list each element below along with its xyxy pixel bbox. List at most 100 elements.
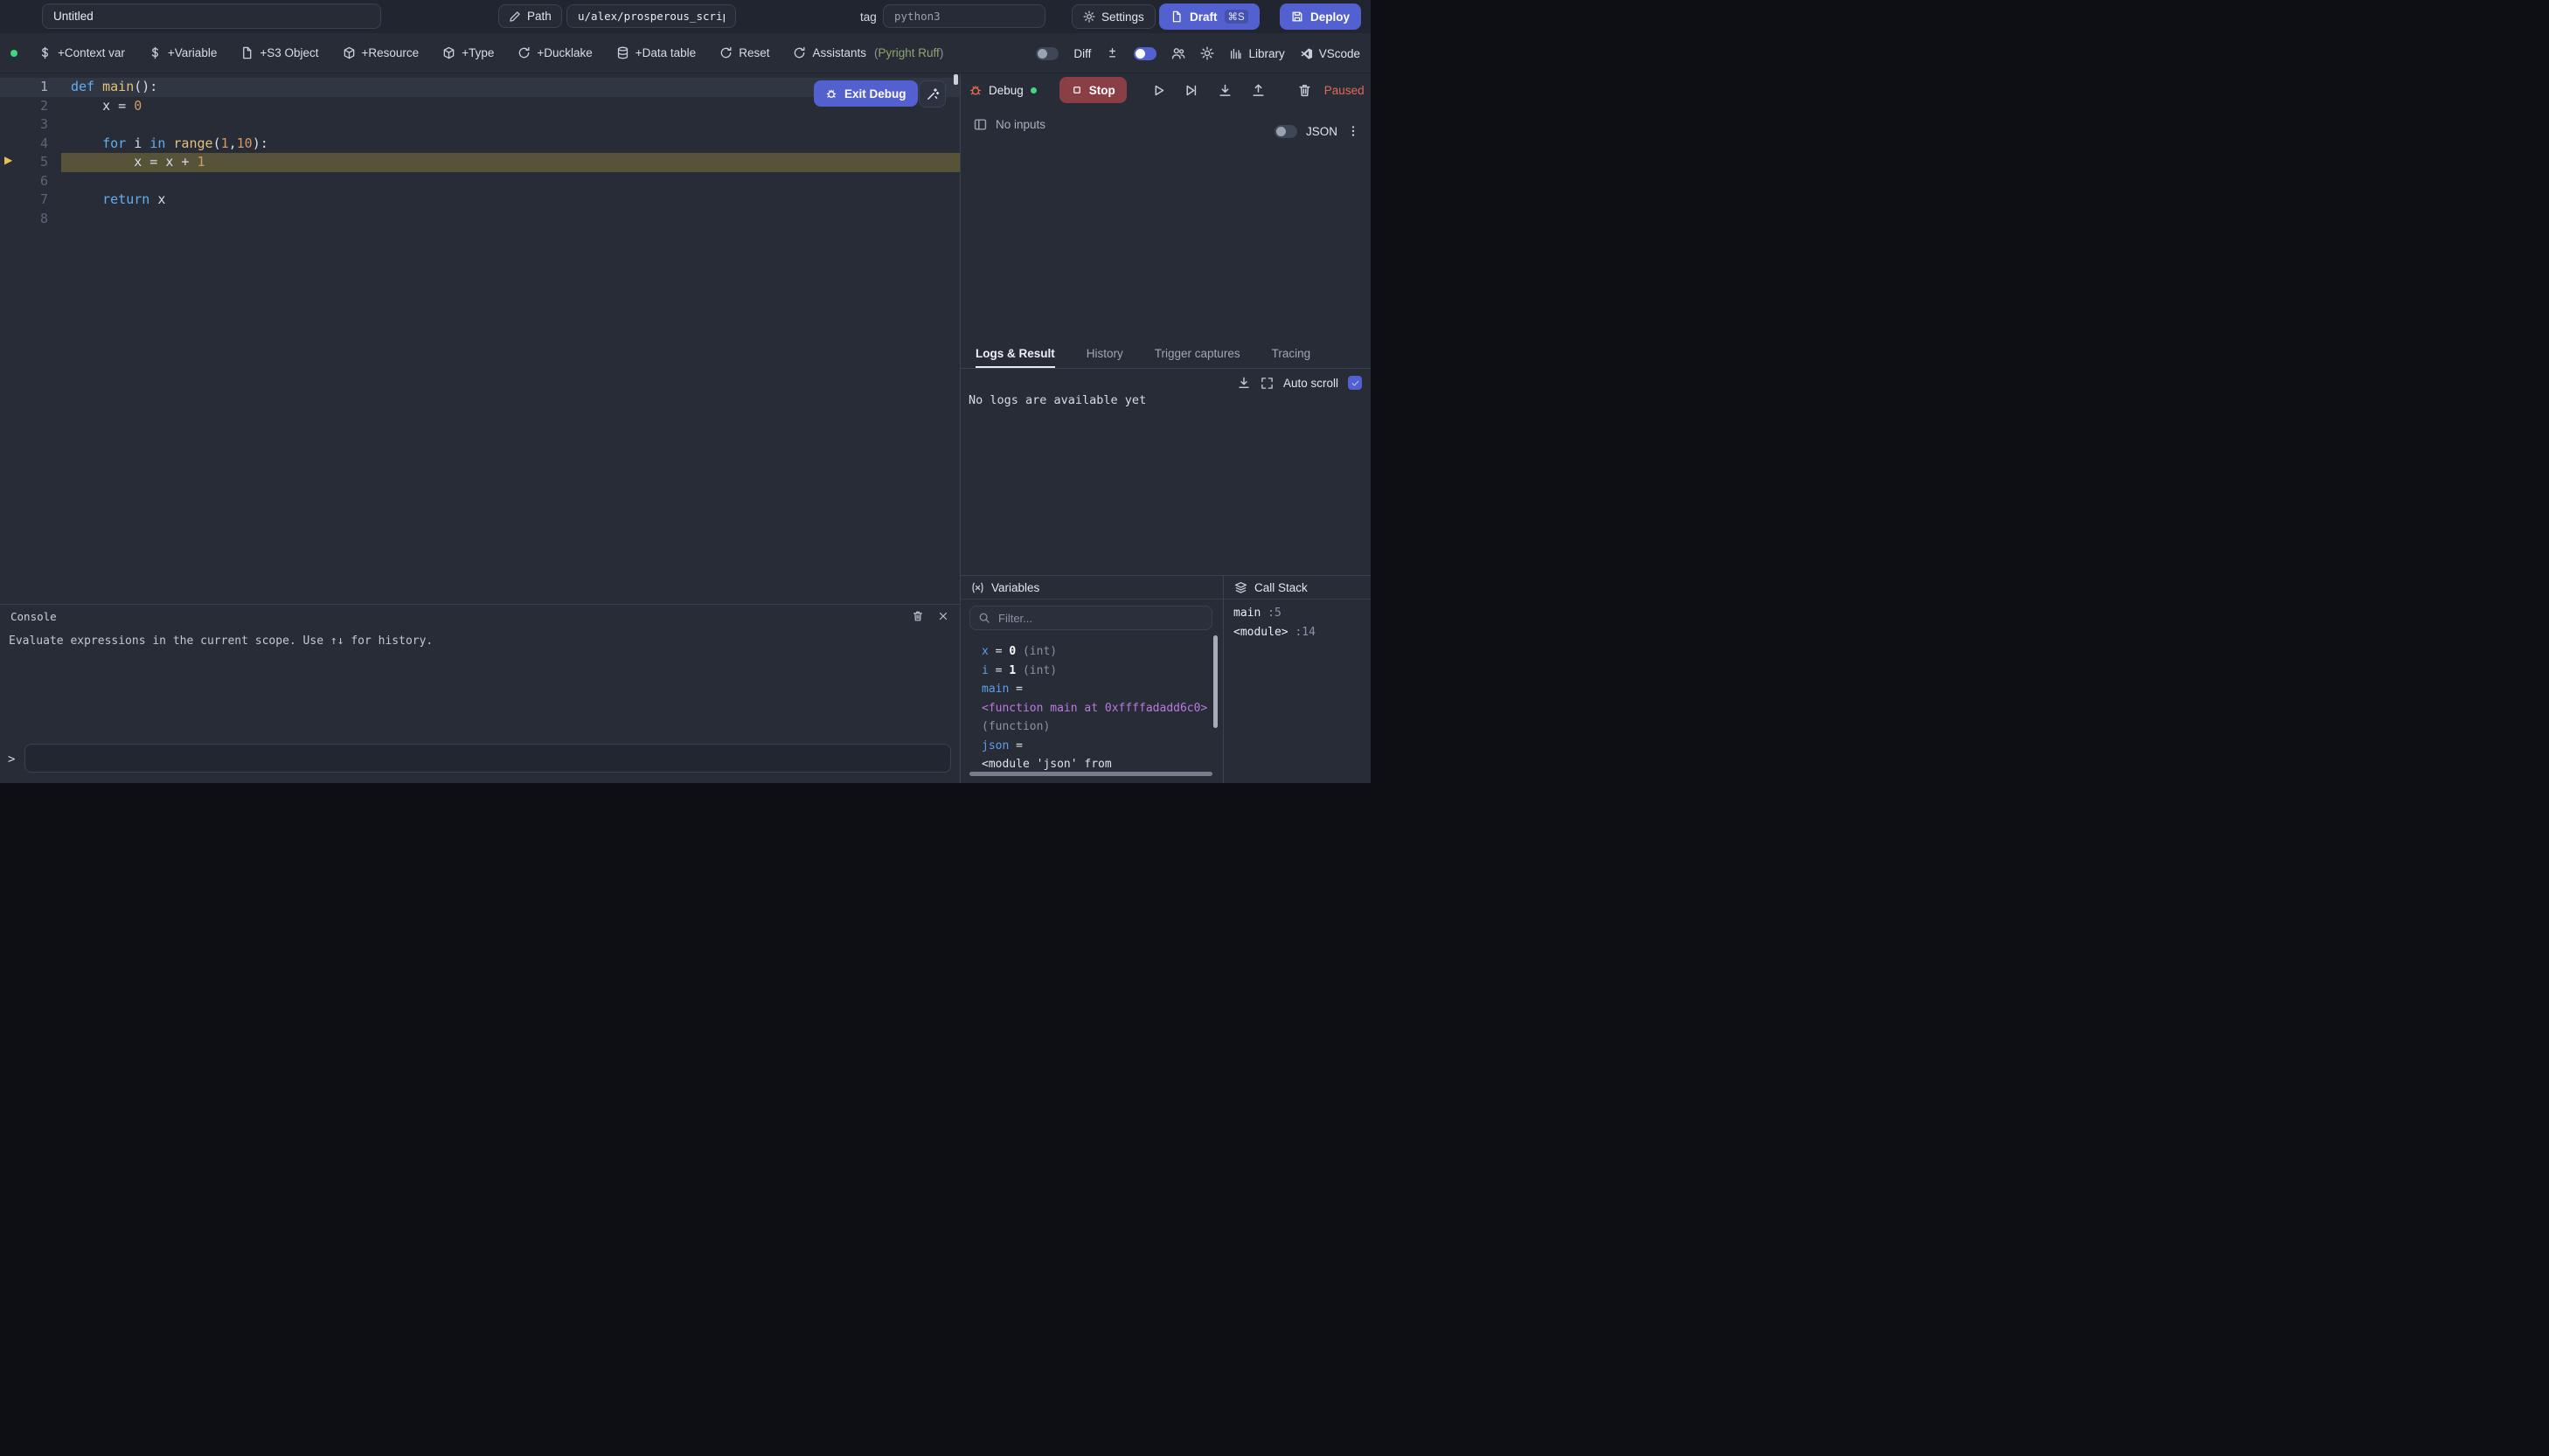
log-controls: Auto scroll: [1237, 376, 1362, 390]
script-title-input[interactable]: [42, 3, 381, 29]
library-label: Library: [1248, 47, 1284, 60]
ai-wand-button[interactable]: [919, 80, 946, 107]
exit-debug-button[interactable]: Exit Debug: [814, 80, 918, 107]
debug-bug-icon: [969, 83, 983, 97]
topbar: Path tag Settings Draft ⌘S Deploy: [0, 0, 1371, 33]
code-line-4[interactable]: 4 for i in range(1,10):: [0, 135, 960, 154]
tab-trigger-captures[interactable]: Trigger captures: [1155, 339, 1240, 368]
stop-button[interactable]: Stop: [1059, 77, 1127, 103]
tag-input[interactable]: [883, 4, 1045, 28]
debug-toolbar: Debug Stop Paused: [961, 73, 1371, 107]
pencil-icon: [509, 10, 521, 23]
right-panel: Debug Stop Paused No inputs JSON Logs & …: [960, 73, 1371, 783]
vscode-button[interactable]: VScode: [1300, 47, 1360, 60]
toolbar-item-ducklake[interactable]: +Ducklake: [517, 46, 592, 59]
stack-frame[interactable]: <module> :14: [1233, 623, 1368, 642]
variables-vertical-scrollbar[interactable]: [1213, 635, 1218, 728]
cube-icon: [343, 46, 356, 59]
draft-button-label: Draft: [1190, 10, 1218, 24]
draft-button[interactable]: Draft ⌘S: [1159, 3, 1260, 30]
console-clear-trash-icon[interactable]: [912, 610, 924, 622]
expand-logs-icon[interactable]: [1261, 377, 1274, 390]
step-out-upload-icon[interactable]: [1251, 83, 1266, 98]
debug-trash-icon[interactable]: [1297, 83, 1312, 98]
library-bars-icon: [1229, 47, 1242, 60]
variable-row[interactable]: i = 1 (int): [982, 662, 1211, 681]
tab-history[interactable]: History: [1087, 339, 1123, 368]
variable-row[interactable]: x = 0 (int): [982, 642, 1211, 662]
debug-status-dot: [1031, 87, 1037, 94]
plus-minus-icon[interactable]: [1106, 47, 1119, 60]
code-line-3[interactable]: 3: [0, 115, 960, 135]
editor-settings-gear-icon[interactable]: [1200, 46, 1214, 60]
dollar-icon: [149, 46, 162, 59]
json-toggle[interactable]: [1274, 125, 1297, 138]
bug-icon: [825, 87, 837, 100]
library-button[interactable]: Library: [1229, 47, 1284, 60]
tab-logs-result[interactable]: Logs & Result: [976, 339, 1055, 368]
kebab-menu-icon[interactable]: [1346, 124, 1360, 138]
code-line-5[interactable]: 5 x = x + 1: [0, 153, 960, 172]
code-line-7[interactable]: 7 return x: [0, 191, 960, 210]
step-next-icon[interactable]: [1184, 83, 1198, 98]
vscode-icon: [1300, 47, 1313, 60]
variables-filter-input[interactable]: [969, 606, 1212, 630]
toolbar-item-assistants[interactable]: Assistants(Pyright Ruff): [793, 46, 943, 59]
file-icon: [240, 46, 254, 59]
stack-frame[interactable]: main :5: [1233, 604, 1368, 623]
console-input[interactable]: [24, 744, 951, 773]
toolbar-item-data-table[interactable]: +Data table: [616, 46, 696, 59]
line-number: 3: [0, 115, 48, 135]
variable-row[interactable]: json =: [982, 737, 1211, 756]
status-dot: [10, 50, 17, 57]
path-button[interactable]: Path: [498, 4, 562, 28]
toolbar-actions: +Context var +Variable +S3 Object +Resource…: [38, 46, 943, 59]
line-number: 4: [0, 135, 48, 154]
variable-row[interactable]: (function): [982, 718, 1211, 737]
paused-status-label: Paused: [1324, 84, 1365, 97]
editor-scrollbar-thumb[interactable]: [954, 74, 958, 85]
download-logs-icon[interactable]: [1237, 376, 1251, 390]
callstack-header: Call Stack: [1224, 576, 1371, 600]
toolbar-item-context-var[interactable]: +Context var: [38, 46, 125, 59]
line-number: 7: [0, 191, 48, 210]
line-content: [71, 115, 960, 135]
toolbar-item-type[interactable]: +Type: [442, 46, 494, 59]
deploy-save-icon: [1291, 10, 1303, 23]
variable-row[interactable]: <function main at 0xffffadadd6c0>: [982, 699, 1211, 718]
path-input[interactable]: [566, 4, 736, 28]
console-hint: Evaluate expressions in the current scop…: [0, 634, 960, 648]
diff-toggle[interactable]: [1036, 47, 1059, 60]
console-close-icon[interactable]: [937, 610, 949, 622]
continue-play-icon[interactable]: [1151, 83, 1166, 98]
code-editor[interactable]: 1def main():2 x = 034 for i in range(1,1…: [0, 73, 960, 604]
callstack-list: main :5<module> :14: [1233, 604, 1368, 641]
toolbar-item-resource[interactable]: +Resource: [343, 46, 420, 59]
variables-horizontal-scrollbar[interactable]: [969, 772, 1212, 776]
collaborators-icon[interactable]: [1171, 46, 1185, 60]
toolbar-item-s3-object[interactable]: +S3 Object: [240, 46, 318, 59]
logs-empty-text: No logs are available yet: [969, 393, 1146, 407]
assistant-toggle[interactable]: [1134, 47, 1156, 60]
code-line-8[interactable]: 8: [0, 210, 960, 229]
callstack-pane: Call Stack main :5<module> :14: [1223, 576, 1371, 783]
settings-button[interactable]: Settings: [1072, 4, 1156, 29]
toolbar-item-reset[interactable]: Reset: [719, 46, 769, 59]
deploy-button[interactable]: Deploy: [1280, 3, 1361, 30]
reset-icon: [793, 46, 806, 59]
loop-icon: [517, 46, 531, 59]
json-toggle-label: JSON: [1306, 125, 1337, 138]
code-line-6[interactable]: 6: [0, 172, 960, 191]
settings-button-label: Settings: [1101, 10, 1144, 24]
toolbar-item-variable[interactable]: +Variable: [149, 46, 217, 59]
panel-icon: [973, 117, 988, 132]
tab-tracing[interactable]: Tracing: [1272, 339, 1311, 368]
auto-scroll-checkbox[interactable]: [1348, 376, 1362, 390]
deploy-button-label: Deploy: [1310, 10, 1350, 24]
variable-row[interactable]: main =: [982, 680, 1211, 699]
step-into-download-icon[interactable]: [1218, 83, 1233, 98]
line-number: 8: [0, 210, 48, 229]
variables-title: Variables: [991, 581, 1039, 594]
layers-stack-icon: [1234, 581, 1247, 594]
assistants-suffix: (Pyright Ruff): [874, 46, 943, 59]
